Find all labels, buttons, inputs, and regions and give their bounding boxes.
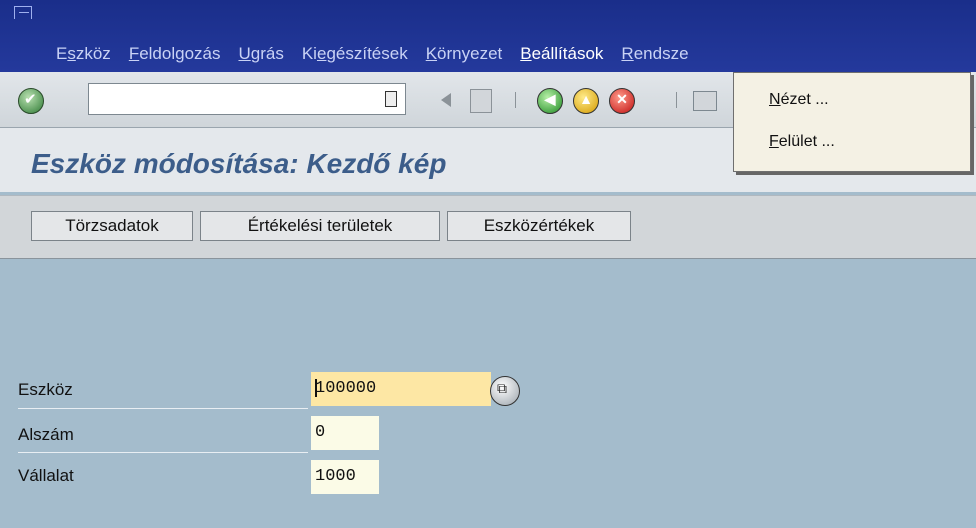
eszkoz-input[interactable]: 100000 — [311, 372, 491, 406]
page-title: Eszköz módosítása: Kezdő kép — [31, 148, 447, 179]
alszam-label: Alszám — [18, 425, 74, 444]
row-divider — [18, 452, 308, 453]
exit-icon[interactable]: ▲ — [573, 88, 599, 114]
cancel-icon[interactable]: ✕ — [609, 88, 635, 114]
menu-beallitasok[interactable]: Beállítások — [518, 44, 605, 64]
menu-ugras[interactable]: Ugrás — [236, 44, 285, 64]
toolbar-separator — [515, 92, 516, 108]
value-help-icon[interactable] — [490, 376, 520, 406]
torzsadatok-button[interactable]: Törzsadatok — [31, 211, 193, 241]
back-icon[interactable]: ◀ — [537, 88, 563, 114]
menu-feldolgozas[interactable]: Feldolgozás — [127, 44, 223, 64]
enter-checkmark-icon[interactable] — [18, 88, 44, 114]
menu-bar: Eszköz Feldolgozás Ugrás Kiegészítések K… — [0, 0, 976, 72]
settings-dropdown-menu: Nézet ... Felület ... — [733, 72, 971, 172]
eszkoz-label: Eszköz — [18, 380, 73, 399]
menu-item-nezet[interactable]: Nézet ... — [769, 91, 829, 109]
menu-eszkoz[interactable]: Eszköz — [54, 44, 113, 64]
application-toolbar: Törzsadatok Értékelési területek Eszközé… — [0, 195, 976, 259]
vallalat-input[interactable]: 1000 — [311, 460, 379, 494]
menu-kornyezet[interactable]: Környezet — [424, 44, 505, 64]
menu-kiegeszitesek[interactable]: Kiegészítések — [300, 44, 410, 64]
row-divider — [18, 408, 308, 409]
command-history-icon[interactable] — [385, 91, 397, 107]
command-field[interactable] — [88, 83, 406, 115]
ertekelesi-teruletek-button[interactable]: Értékelési területek — [200, 211, 440, 241]
collapse-left-icon[interactable] — [441, 93, 451, 107]
print-icon[interactable] — [693, 91, 717, 111]
toolbar-separator — [676, 92, 677, 108]
alszam-input[interactable]: 0 — [311, 416, 379, 450]
vallalat-label: Vállalat — [18, 466, 74, 485]
system-menu-icon[interactable] — [14, 6, 32, 19]
menu-rendszer[interactable]: Rendsze — [619, 44, 690, 64]
menu-item-felulet[interactable]: Felület ... — [769, 133, 835, 151]
save-icon[interactable] — [470, 89, 492, 113]
eszkozertekek-button[interactable]: Eszközértékek — [447, 211, 631, 241]
